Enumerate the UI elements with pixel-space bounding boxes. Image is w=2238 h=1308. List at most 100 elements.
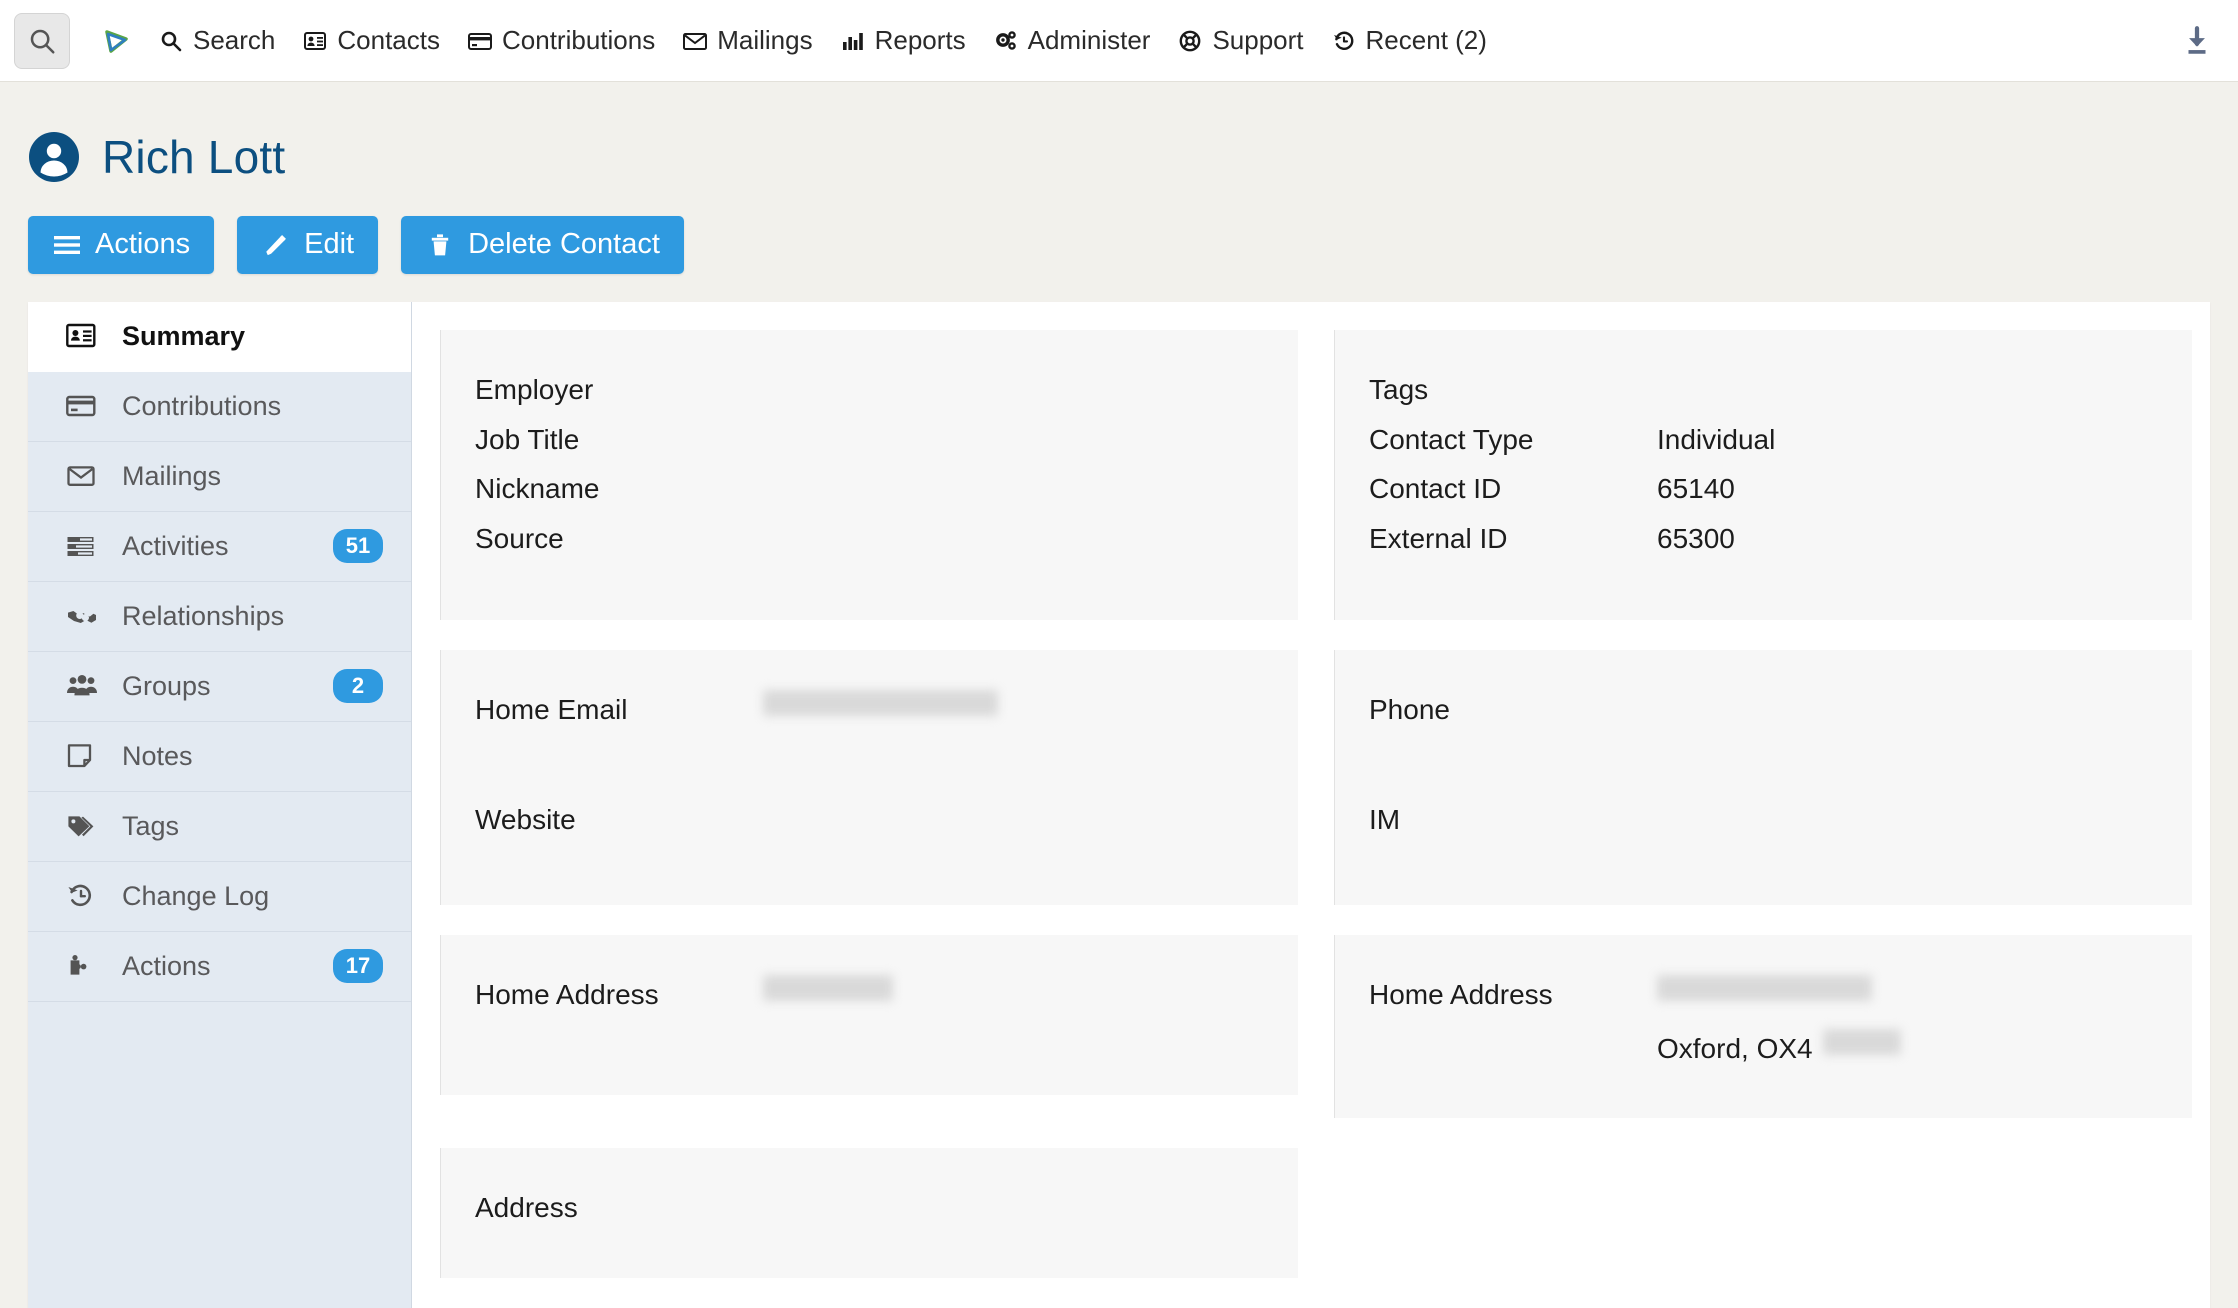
edit-button[interactable]: Edit [237, 216, 379, 274]
nav-items: Search Contacts Contributions Mailings R… [158, 25, 1514, 56]
sidebar-item-mailings[interactable]: Mailings [28, 442, 411, 512]
puzzle-icon [66, 953, 100, 979]
edit-button-label: Edit [304, 228, 355, 260]
hamburger-icon [52, 230, 82, 260]
nickname-field: Nickname [475, 469, 1298, 509]
contact-type-value: Individual [1657, 423, 1776, 455]
home-address-city-postcode: Oxford, OX4 [1657, 1032, 1813, 1064]
delete-contact-button-label: Delete Contact [468, 228, 660, 260]
nav-item-label: Search [193, 25, 276, 55]
phone-im-card: Phone IM [1334, 649, 2192, 905]
sidebar-item-change-log[interactable]: Change Log [28, 862, 411, 932]
contact-card-icon [66, 323, 100, 349]
sidebar-item-tags[interactable]: Tags [28, 792, 411, 862]
im-label: IM [1369, 803, 1401, 835]
history-icon [1331, 28, 1357, 54]
sidebar-item-relationships[interactable]: Relationships [28, 582, 411, 652]
contact-id-label: Contact ID [1369, 473, 1502, 505]
nav-item-label: Mailings [717, 25, 813, 55]
source-label: Source [475, 523, 564, 555]
sidebar-item-label: Relationships [122, 600, 285, 631]
nav-item-label: Reports [874, 25, 966, 55]
contact-id-value: 65140 [1657, 473, 1735, 505]
redacted-email: xxxxxxxxxxxxxxxxx [763, 689, 998, 716]
pencil-icon [261, 230, 291, 260]
sidebar-item-label: Contributions [122, 390, 282, 421]
nav-item-label: Contacts [337, 25, 440, 55]
contact-action-bar: Actions Edit Delete Contact [0, 184, 2238, 274]
external-id-field: External ID 65300 [1369, 519, 2192, 559]
employment-card: Employer Job Title Nickname Source [440, 329, 1298, 620]
sidebar-item-summary[interactable]: Summary [28, 301, 411, 372]
civicrm-logo-icon[interactable] [98, 24, 132, 58]
home-address-field: Home Address xxxxxxxxxxxxxx Oxford, OX4 … [1369, 974, 2192, 1069]
home-email-value[interactable]: xxxxxxxxxxxxxxxxx [763, 689, 998, 730]
sidebar-item-label: Summary [122, 320, 246, 351]
phone-label: Phone [1369, 693, 1450, 725]
contact-header: Rich Lott [0, 82, 2238, 184]
home-address-right-card: Home Address xxxxxxxxxxxxxx Oxford, OX4 … [1334, 934, 2192, 1119]
contact-card-icon [302, 28, 328, 54]
contact-type-field: Contact Type Individual [1369, 420, 2192, 460]
home-address-value: xxxxxxxxxxxxxx Oxford, OX4 xxxx [1657, 974, 1901, 1069]
summary-column-right-1: Tags Contact Type Individual Contact ID … [1316, 329, 2192, 650]
nav-item-contributions[interactable]: Contributions [467, 25, 655, 56]
actions-button-label: Actions [95, 228, 191, 260]
sidebar-item-contributions[interactable]: Contributions [28, 372, 411, 442]
summary-column-right-3: Home Address xxxxxxxxxxxxxx Oxford, OX4 … [1316, 934, 2192, 1149]
website-label: Website [475, 803, 576, 835]
download-icon[interactable] [2180, 24, 2214, 58]
life-ring-icon [1177, 28, 1203, 54]
home-address-left-card: Home Address xxxxxxxxx [440, 934, 1298, 1095]
top-navigation-bar: Search Contacts Contributions Mailings R… [0, 0, 2238, 82]
home-address-street-line: xxxxxxxxxxxxxx [1657, 974, 1901, 1015]
nav-item-label: Recent (2) [1365, 25, 1487, 55]
sidebar-item-actions[interactable]: Actions 17 [28, 932, 411, 1002]
email-website-card: Home Email xxxxxxxxxxxxxxxxx Website [440, 649, 1298, 905]
summary-column-left-3: Home Address xxxxxxxxx [440, 934, 1316, 1149]
external-id-value: 65300 [1657, 523, 1735, 555]
nav-item-recent[interactable]: Recent (2) [1331, 25, 1487, 56]
contact-meta-card: Tags Contact Type Individual Contact ID … [1334, 329, 2192, 620]
im-field: IM [1369, 800, 2192, 840]
global-search-button[interactable] [14, 12, 70, 69]
employer-field: Employer [475, 370, 1298, 410]
sidebar-item-label: Notes [122, 740, 193, 771]
home-email-field: Home Email xxxxxxxxxxxxxxxxx [475, 689, 1298, 730]
sidebar-item-activities[interactable]: Activities 51 [28, 512, 411, 582]
home-address-field: Home Address xxxxxxxxx [475, 974, 1298, 1015]
home-address-label: Home Address [475, 978, 659, 1010]
redacted-street: xxxxxxxxxxxxxx [1657, 974, 1872, 1001]
sidebar-item-notes[interactable]: Notes [28, 722, 411, 792]
tag-icon [66, 813, 100, 839]
sidebar-item-groups[interactable]: Groups 2 [28, 652, 411, 722]
status-badge: 51 [333, 529, 383, 564]
contact-summary-panel: Summary Contributions Mailings Activitie… [28, 301, 2210, 1308]
user-circle-icon [28, 131, 80, 183]
nav-item-support[interactable]: Support [1177, 25, 1304, 56]
actions-button[interactable]: Actions [28, 216, 215, 274]
envelope-icon [682, 28, 708, 54]
home-email-label: Home Email [475, 693, 628, 725]
contact-tab-list: Summary Contributions Mailings Activitie… [28, 301, 412, 1308]
nav-item-mailings[interactable]: Mailings [682, 25, 813, 56]
bar-chart-icon [840, 28, 866, 54]
home-address-value: xxxxxxxxx [763, 974, 893, 1015]
nav-item-search[interactable]: Search [158, 25, 275, 56]
summary-column-left-2: Home Email xxxxxxxxxxxxxxxxx Website [440, 649, 1316, 935]
nav-item-contacts[interactable]: Contacts [302, 25, 440, 56]
gears-icon [993, 28, 1019, 54]
delete-contact-button[interactable]: Delete Contact [401, 216, 684, 274]
sidebar-item-label: Activities [122, 530, 229, 561]
credit-card-icon [467, 28, 493, 54]
nav-item-administer[interactable]: Administer [993, 25, 1151, 56]
job-title-label: Job Title [475, 423, 580, 455]
nav-item-label: Administer [1027, 25, 1151, 55]
sidebar-item-label: Change Log [122, 880, 270, 911]
phone-field: Phone [1369, 690, 2192, 730]
website-field: Website [475, 800, 1298, 840]
address-field: Address [475, 1188, 1298, 1228]
sidebar-item-label: Tags [122, 810, 180, 841]
tags-label: Tags [1369, 373, 1429, 405]
nav-item-reports[interactable]: Reports [840, 25, 966, 56]
